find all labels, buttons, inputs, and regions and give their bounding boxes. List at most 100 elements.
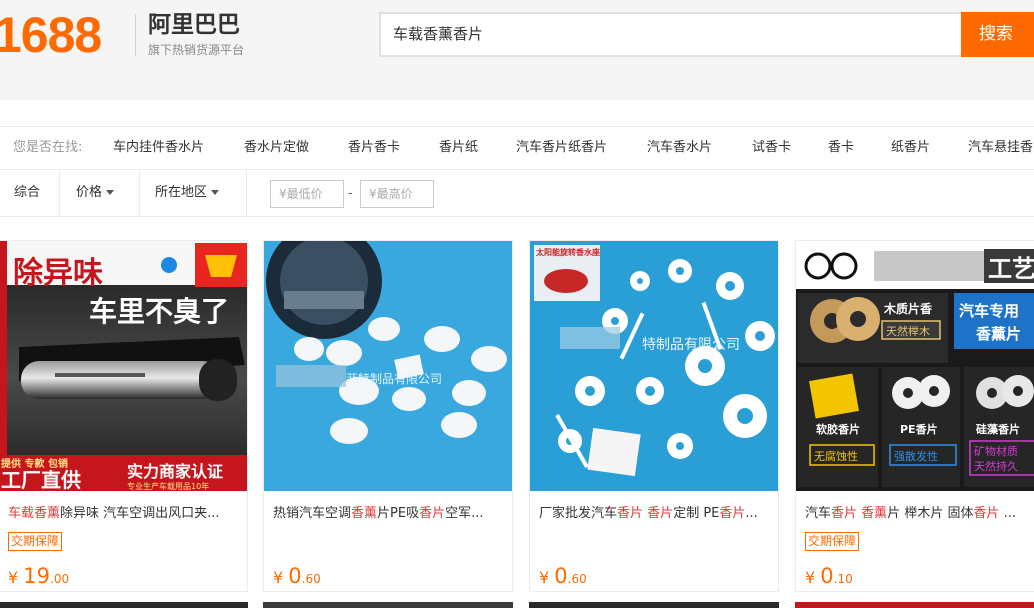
price-decimal: .60 (301, 572, 321, 586)
currency-symbol: ¥ (273, 568, 284, 587)
product-image[interactable]: 太阳能旋转香水座 特制品有限公司 (530, 241, 778, 491)
next-row-image (0, 602, 248, 608)
image-cert-sub: 专业生产车载用品10年 (127, 481, 209, 491)
image-soft-tag: 无腐蚀性 (814, 449, 858, 463)
image-pe-tag: 强散发性 (894, 449, 938, 463)
suggestion-item[interactable]: 汽车香片纸香片 (516, 127, 607, 169)
title-keyword: 香片 (719, 506, 746, 521)
title-text: 厂家批发汽车 (539, 506, 618, 521)
price-integer: 19 (23, 564, 51, 588)
delivery-guarantee-badge: 交期保障 (805, 532, 860, 551)
image-diatom-tag2: 天然持久 (974, 459, 1018, 473)
price-integer: 0 (554, 564, 568, 588)
product-image[interactable]: 除异味 车里不臭了 提供 专款 包销 工厂直供 实力商家认证 专业生产车载用品1… (0, 241, 247, 491)
caret-down-icon (106, 190, 115, 195)
logo-brand[interactable]: 阿里巴巴 (148, 10, 240, 40)
title-keyword: 香片 (419, 506, 446, 521)
image-cert-label: 实力商家认证 (127, 462, 223, 481)
product-price: ¥ 19.00 (8, 564, 69, 591)
sort-all-tab[interactable]: 综合 (0, 170, 60, 216)
suggestion-item[interactable]: 纸香片 (891, 127, 930, 169)
header: 1688 阿里巴巴 旗下热销货源平台 车载香薰香片 搜索 (0, 0, 1034, 100)
product-title[interactable]: 汽车香片 香薰片 榉木片 固体香片 ... (805, 506, 1034, 522)
suggestion-item[interactable]: 车内挂件香水片 (113, 127, 204, 169)
title-keyword: 香薰 (351, 506, 378, 521)
logo-divider (135, 14, 136, 56)
product-title[interactable]: 热销汽车空调香薰片PE吸香片空军... (273, 506, 505, 522)
suggestion-item[interactable]: 汽车香水片 (647, 127, 712, 169)
suggestion-item[interactable]: 香水片定做 (244, 127, 309, 169)
image-label: 太阳能旋转香水座 (535, 247, 600, 257)
min-price-input[interactable]: ¥最低价 (270, 180, 344, 208)
product-image[interactable]: 工艺 木质片香 天然榉木 汽车专用 香薰片 软胶香片 无腐蚀性 PE香片 强散发… (796, 241, 1034, 491)
suggestion-item[interactable]: 香卡 (828, 127, 854, 169)
image-wood-label: 木质片香 (883, 301, 932, 316)
air-freshener-image: 除异味 车里不臭了 提供 专款 包销 工厂直供 实力商家认证 专业生产车载用品1… (0, 241, 247, 491)
title-text: 汽车 (805, 506, 832, 521)
product-title[interactable]: 车载香薰除异味 汽车空调出风口夹... (8, 506, 240, 522)
price-decimal: .10 (833, 572, 853, 586)
title-keyword: 香薰 (861, 506, 888, 521)
image-subline: 车里不臭了 (89, 295, 229, 328)
title-text: 热销汽车空调 (273, 506, 352, 521)
title-text: 片PE吸 (377, 506, 420, 521)
image-brand: 工艺 (988, 255, 1034, 283)
title-text: 定制 PE (673, 506, 720, 521)
image-diatom-label: 硅藻香片 (976, 422, 1020, 436)
pe-scent-pads-image: 菲特制品有限公司 (264, 241, 512, 491)
logo-1688[interactable]: 1688 (0, 4, 102, 66)
product-card[interactable]: 除异味 车里不臭了 提供 专款 包销 工厂直供 实力商家认证 专业生产车载用品1… (0, 240, 248, 592)
title-text: 片 榉木片 固体 (887, 506, 974, 521)
image-watermark: 菲特制品有限公司 (346, 371, 442, 386)
title-text: 空军... (445, 506, 484, 521)
search-button[interactable]: 搜索 (961, 12, 1034, 57)
currency-symbol: ¥ (539, 568, 550, 587)
suggestion-item[interactable]: 香片香卡 (348, 127, 400, 169)
scent-variety-image: 工艺 木质片香 天然榉木 汽车专用 香薰片 软胶香片 无腐蚀性 PE香片 强散发… (796, 241, 1034, 491)
next-row-image (263, 602, 513, 608)
price-range-dash: - (348, 186, 353, 201)
caret-down-icon (211, 190, 220, 195)
currency-symbol: ¥ (8, 568, 19, 587)
title-text: ... (999, 506, 1016, 521)
product-image[interactable]: 菲特制品有限公司 (264, 241, 512, 491)
region-label: 所在地区 (155, 185, 208, 200)
next-row-image (529, 602, 779, 608)
title-keyword: 香片 (617, 506, 644, 521)
price-integer: 0 (820, 564, 834, 588)
suggestion-item[interactable]: 汽车悬挂香 (968, 127, 1033, 169)
title-keyword: 车载香薰 (8, 506, 61, 521)
suggestion-item[interactable]: 香片纸 (439, 127, 478, 169)
suggestion-bar: 您是否在找: 车内挂件香水片 香水片定做 香片香卡 香片纸 汽车香片纸香片 汽车… (0, 126, 1034, 170)
price-decimal: .00 (50, 572, 70, 586)
search-input[interactable]: 车载香薰香片 (379, 12, 962, 57)
image-car-label: 汽车专用 (959, 302, 1019, 320)
image-wood-tag: 天然榉木 (886, 324, 930, 338)
image-factory-label: 工厂直供 (1, 468, 81, 491)
title-keyword: 香片 (647, 506, 674, 521)
product-card[interactable]: 菲特制品有限公司 热销汽车空调香薰片PE吸香片空军... ¥ 0.60 (263, 240, 513, 592)
image-pe-label: PE香片 (900, 422, 938, 436)
title-text: 除异味 汽车空调出风口夹... (60, 506, 220, 521)
price-sort-label: 价格 (76, 185, 103, 200)
image-watermark: 特制品有限公司 (642, 337, 740, 353)
product-card[interactable]: 太阳能旋转香水座 特制品有限公司 厂家批发汽车香片 香片定制 PE香片... ¥… (529, 240, 779, 592)
region-dropdown[interactable]: 所在地区 (140, 170, 247, 216)
image-headline: 除异味 (13, 256, 103, 291)
sort-all-label: 综合 (14, 185, 41, 200)
price-sort-dropdown[interactable]: 价格 (60, 170, 140, 216)
product-price: ¥ 0.60 (539, 564, 587, 591)
filter-bar: 综合 价格 所在地区 ¥最低价 - ¥最高价 (0, 170, 1034, 217)
pe-washers-image: 太阳能旋转香水座 特制品有限公司 (530, 241, 778, 491)
title-keyword: 香片 (973, 506, 1000, 521)
image-diatom-tag: 矿物材质 (974, 444, 1018, 458)
max-price-input[interactable]: ¥最高价 (360, 180, 434, 208)
price-integer: 0 (288, 564, 302, 588)
suggestion-item[interactable]: 试香卡 (752, 127, 791, 169)
image-car-label2: 香薰片 (976, 325, 1021, 343)
product-title[interactable]: 厂家批发汽车香片 香片定制 PE香片... (539, 506, 771, 522)
price-decimal: .60 (567, 572, 587, 586)
product-card[interactable]: 工艺 木质片香 天然榉木 汽车专用 香薰片 软胶香片 无腐蚀性 PE香片 强散发… (795, 240, 1034, 592)
product-price: ¥ 0.60 (273, 564, 321, 591)
product-price: ¥ 0.10 (805, 564, 853, 591)
